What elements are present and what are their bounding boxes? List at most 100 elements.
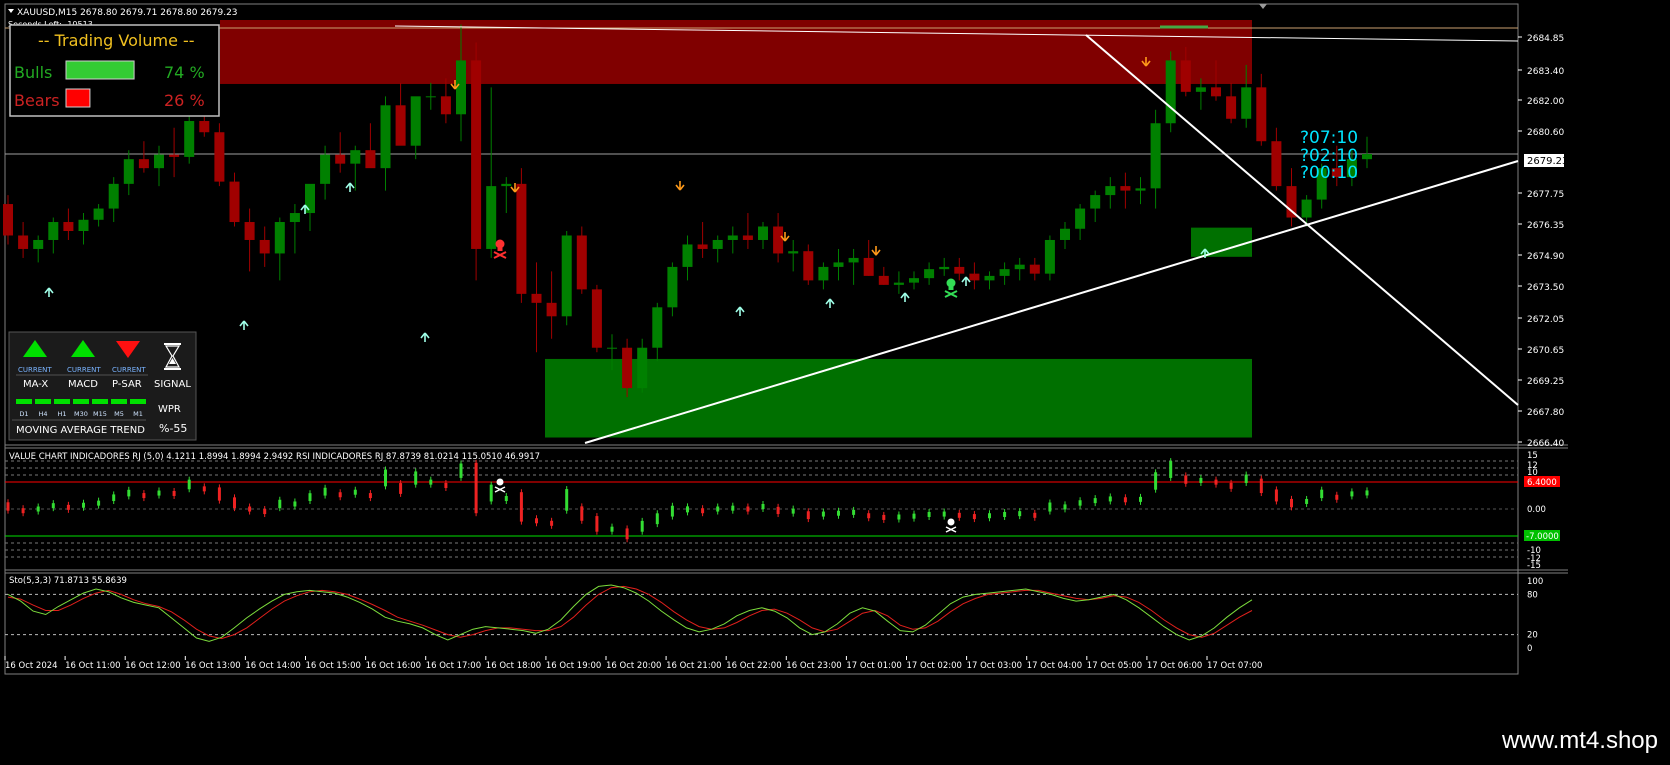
value-chart-bar [263, 509, 267, 515]
value-chart-bar [489, 484, 493, 502]
value-chart-bar [172, 490, 176, 496]
stochastic-levels [5, 593, 1518, 636]
candle-body [1241, 87, 1252, 119]
value-chart-bar [308, 493, 312, 502]
mt4-chart-window[interactable]: 2684.85 2683.40 2682.00 2680.60 2677.75 2676.… [0, 0, 1670, 761]
candle-body [697, 244, 708, 249]
signal-label: SIGNAL [154, 379, 191, 390]
stochastic-title: Sto(5,3,3) 71.8713 55.8639 [9, 576, 127, 586]
signal-panel: CURRENT CURRENT CURRENT MA-X MACD P-SAR … [8, 331, 197, 441]
value-chart-tick-label: -15 [1527, 561, 1541, 571]
value-chart-bar [988, 513, 991, 519]
candle-body [667, 266, 678, 308]
price-tick-label: 2674.90 [1527, 252, 1564, 262]
candle-body [244, 222, 255, 240]
value-chart-bar [187, 479, 191, 490]
candle-body [576, 235, 587, 290]
value-chart-bar [942, 511, 946, 517]
price-tick-label: 2676.35 [1527, 221, 1564, 231]
value-chart-bar [1214, 479, 1218, 485]
value-chart-bar [625, 528, 629, 540]
candle-body [410, 96, 421, 146]
candle-body [1165, 60, 1176, 124]
value-chart-bar [6, 502, 10, 511]
candle-body [289, 213, 300, 223]
value-chart-bar [368, 493, 372, 499]
candle-body [395, 105, 406, 146]
candle-body [788, 251, 799, 254]
wpr-label: WPR [158, 404, 181, 415]
time-tick-label: 16 Oct 19:00 [546, 661, 601, 671]
candle-body [199, 121, 210, 133]
candle-body [1211, 87, 1221, 97]
timeframe-label: H4 [38, 410, 47, 418]
price-tick-label: 2684.85 [1527, 34, 1564, 44]
descending-trend-line[interactable] [1085, 34, 1519, 406]
value-chart-bar [655, 513, 659, 525]
scroll-marker-icon[interactable] [1259, 4, 1267, 9]
candle-body [969, 273, 980, 281]
price-tick-label: 2666.40 [1527, 439, 1564, 449]
value-chart-bar [217, 487, 221, 501]
bulls-percent: 74 % [164, 63, 205, 82]
value-chart-bars [6, 458, 1369, 543]
value-chart-bar [1093, 498, 1097, 504]
candle-body [682, 244, 693, 267]
value-chart-bar [1048, 502, 1052, 512]
candle-body [712, 239, 723, 249]
candle-body [1135, 188, 1146, 191]
value-chart-bar [882, 514, 886, 520]
value-chart-bar [535, 518, 538, 524]
price-tick-label: 2669.25 [1527, 377, 1564, 387]
time-tick-label: 16 Oct 17:00 [426, 661, 481, 671]
trend-bar [16, 399, 32, 404]
symbol-menu-icon[interactable] [8, 9, 14, 13]
value-chart-bar [519, 492, 523, 522]
value-chart-bar [897, 514, 901, 520]
candle-body [33, 239, 44, 249]
value-chart-bar [1154, 472, 1158, 490]
value-chart-bar [429, 479, 433, 485]
candle-body [848, 257, 859, 263]
value-chart-bar [233, 497, 236, 509]
sell-arrow-icon [871, 246, 881, 256]
buy-arrow-icon [825, 298, 835, 308]
candle-body [108, 183, 119, 209]
value-chart-bar [716, 506, 720, 512]
value-chart-bar [202, 486, 206, 492]
candle-body [1014, 264, 1025, 270]
value-chart-bar [595, 516, 599, 532]
time-tick-label: 16 Oct 11:00 [65, 661, 120, 671]
chart-canvas[interactable]: 2684.85 2683.40 2682.00 2680.60 2677.75 2676.… [0, 0, 1670, 761]
trend-bar [111, 399, 127, 404]
value-chart-bar [1108, 496, 1112, 502]
candle-body [169, 154, 180, 157]
timer-3: ?00:10 [1300, 163, 1358, 183]
bears-volume-bar [65, 88, 91, 108]
demand-zone [545, 358, 1252, 438]
candle-body [637, 347, 648, 389]
buy-arrow-icon [900, 292, 910, 302]
stochastic-main-line [7, 584, 1253, 642]
candle-body [471, 60, 482, 249]
skull-icon [945, 518, 957, 533]
ma-x-status: CURRENT [18, 366, 52, 374]
value-chart-bar [686, 506, 689, 513]
price-axis[interactable]: 2684.85 2683.40 2682.00 2680.60 2677.75 2676.… [1518, 34, 1564, 449]
value-chart-tick-label: 0.00 [1527, 505, 1546, 515]
value-chart-bar [1335, 494, 1339, 500]
zones-layer [220, 20, 1252, 438]
price-tick-label: 2667.80 [1527, 408, 1564, 418]
buy-arrow-icon [345, 182, 355, 192]
time-tick-label: 16 Oct 18:00 [486, 661, 541, 671]
time-tick-label: 17 Oct 04:00 [1027, 661, 1082, 671]
bears-percent: 26 % [164, 91, 205, 110]
value-chart-bar [972, 514, 976, 520]
value-chart-bar [701, 508, 705, 514]
value-chart-bar [36, 506, 40, 512]
value-chart-bar [670, 505, 674, 517]
value-chart-bar [142, 493, 146, 499]
value-chart-bar [474, 462, 478, 514]
value-chart-bar [1365, 490, 1369, 496]
value-chart-bar [66, 504, 70, 510]
